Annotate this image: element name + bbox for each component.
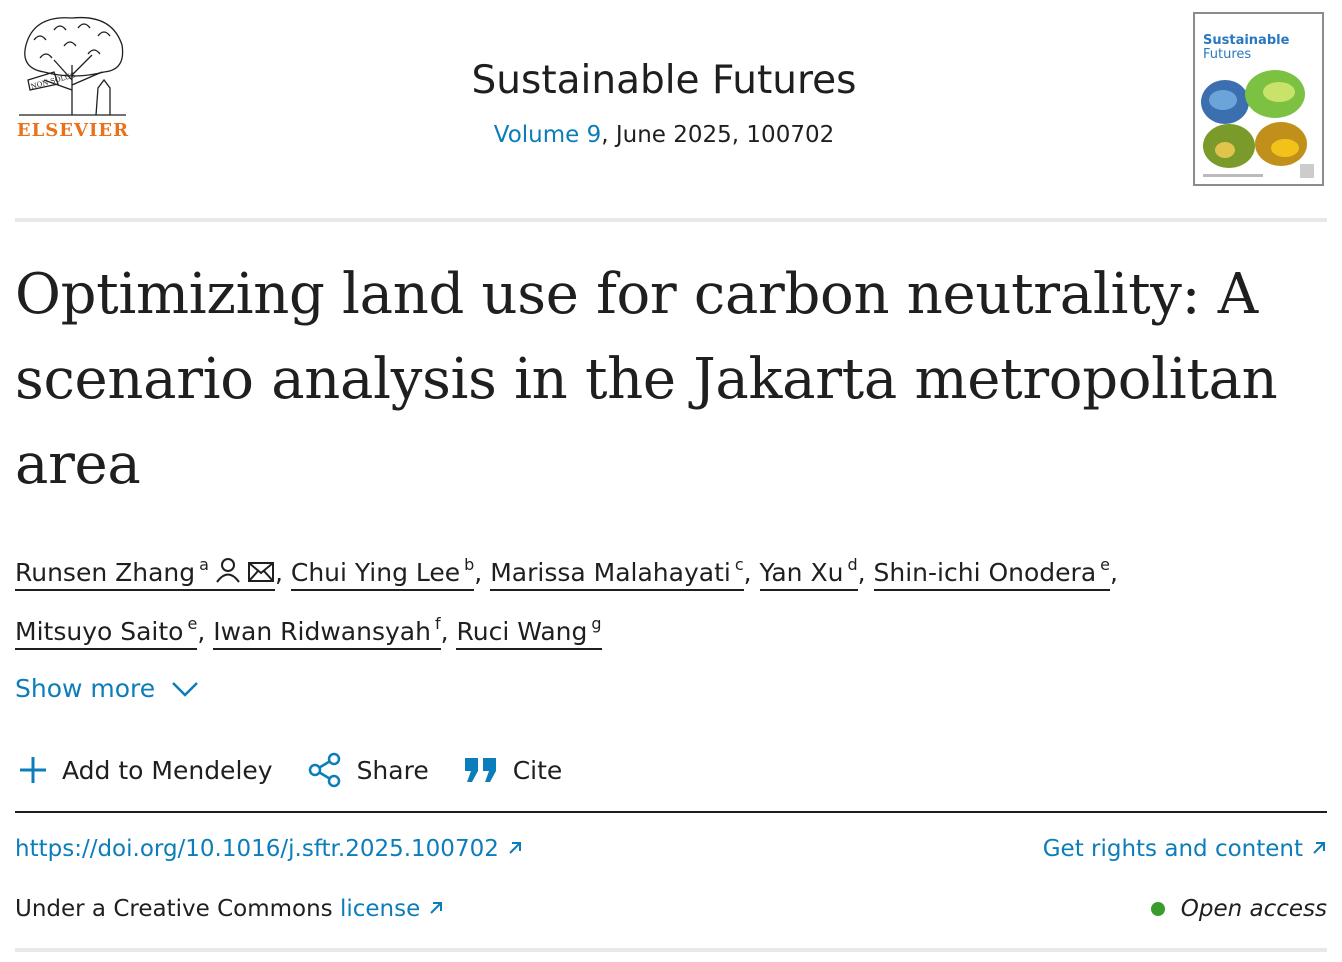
show-more-button[interactable]: Show more bbox=[15, 674, 199, 703]
cover-art: Sustainable Futures bbox=[1195, 14, 1322, 184]
affiliation-marker: b bbox=[464, 555, 475, 574]
mendeley-label: Add to Mendeley bbox=[62, 755, 273, 785]
cite-label: Cite bbox=[512, 755, 563, 785]
author-link[interactable]: Marissa Malahayati c bbox=[490, 555, 744, 591]
license-prefix: Under a Creative Commons bbox=[15, 896, 340, 922]
author-separator: , bbox=[857, 558, 874, 587]
issue-detail: , June 2025, 100702 bbox=[601, 122, 835, 148]
author-list: Runsen Zhang a, Chui Ying Lee b, Marissa M… bbox=[15, 540, 1335, 656]
share-button[interactable]: Share bbox=[307, 752, 429, 788]
header-divider bbox=[15, 218, 1327, 222]
author-link[interactable]: Yan Xu d bbox=[759, 555, 858, 591]
author-link[interactable]: Runsen Zhang a bbox=[15, 555, 275, 591]
cover-title-line2: Futures bbox=[1203, 47, 1251, 62]
author-name: Chui Ying Lee bbox=[290, 558, 461, 587]
author-separator: , bbox=[274, 558, 291, 587]
author-name: Shin-ichi Onodera bbox=[873, 558, 1097, 587]
publisher-name: ELSEVIER bbox=[16, 120, 130, 141]
affiliation-marker: d bbox=[847, 555, 858, 574]
get-rights-link[interactable]: Get rights and content bbox=[1043, 836, 1327, 862]
open-access-label: Open access bbox=[1180, 896, 1327, 922]
author-link[interactable]: Iwan Ridwansyah f bbox=[213, 614, 441, 650]
toolbar-divider bbox=[15, 811, 1327, 813]
tree-logo-icon: NON SOLUS bbox=[19, 16, 126, 116]
journal-title[interactable]: Sustainable Futures bbox=[332, 58, 996, 103]
author-name: Marissa Malahayati bbox=[490, 558, 731, 587]
author-separator: , bbox=[474, 558, 491, 587]
quote-icon bbox=[464, 758, 496, 782]
license-row: Under a Creative Commons license bbox=[15, 896, 444, 922]
article-title: Optimizing land use for carbon neutralit… bbox=[15, 262, 1278, 497]
cover-title-line1: Sustainable bbox=[1203, 33, 1290, 48]
show-more-label: Show more bbox=[15, 674, 156, 703]
license-link[interactable]: license bbox=[340, 896, 420, 922]
author-link[interactable]: Mitsuyo Saito e bbox=[15, 614, 198, 650]
author-name: Mitsuyo Saito bbox=[15, 617, 184, 646]
email-icon bbox=[247, 550, 275, 599]
external-link-icon bbox=[428, 896, 444, 922]
rights-text[interactable]: Get rights and content bbox=[1043, 836, 1303, 862]
author-link[interactable]: Shin-ichi Onodera e bbox=[873, 555, 1110, 591]
share-label: Share bbox=[356, 755, 429, 785]
doi-link[interactable]: https://doi.org/10.1016/j.sftr.2025.1007… bbox=[15, 836, 523, 862]
affiliation-marker: c bbox=[734, 555, 744, 574]
article-toolbar: Add to Mendeley Share Cite bbox=[18, 752, 596, 788]
external-link-icon bbox=[507, 836, 523, 862]
author-link[interactable]: Chui Ying Lee b bbox=[290, 555, 475, 591]
author-separator: , bbox=[743, 558, 760, 587]
author-name: Yan Xu bbox=[759, 558, 844, 587]
author-name: Iwan Ridwansyah bbox=[213, 617, 431, 646]
external-link-icon bbox=[1311, 836, 1327, 862]
cite-button[interactable]: Cite bbox=[463, 755, 563, 785]
affiliation-marker: e bbox=[187, 614, 198, 633]
author-separator: , bbox=[440, 617, 457, 646]
open-access-badge: Open access bbox=[1150, 896, 1327, 922]
author-separator: , bbox=[1109, 558, 1118, 587]
footer-divider bbox=[15, 948, 1327, 952]
doi-text[interactable]: https://doi.org/10.1016/j.sftr.2025.1007… bbox=[15, 836, 499, 862]
open-access-dot-icon bbox=[1150, 902, 1165, 916]
journal-issue-info: Volume 9, June 2025, 100702 bbox=[332, 122, 996, 148]
chevron-down-icon bbox=[172, 681, 199, 697]
share-icon bbox=[308, 752, 340, 788]
affiliation-marker: a bbox=[199, 555, 209, 574]
volume-link[interactable]: Volume 9 bbox=[494, 122, 602, 148]
affiliation-marker: g bbox=[591, 614, 602, 633]
plus-icon bbox=[20, 757, 46, 783]
author-name: Ruci Wang bbox=[456, 617, 588, 646]
person-icon bbox=[215, 550, 241, 599]
author-link[interactable]: Ruci Wang g bbox=[456, 614, 602, 650]
journal-cover-image[interactable]: Sustainable Futures bbox=[1193, 12, 1324, 186]
author-separator: , bbox=[197, 617, 214, 646]
add-to-mendeley-button[interactable]: Add to Mendeley bbox=[18, 755, 273, 785]
author-name: Runsen Zhang bbox=[15, 558, 196, 587]
affiliation-marker: e bbox=[1100, 555, 1110, 574]
